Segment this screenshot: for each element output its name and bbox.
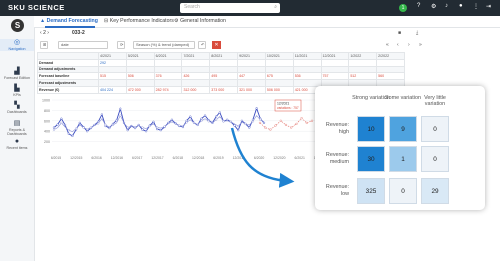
matrix-cell[interactable]: 10	[357, 116, 385, 142]
matrix-row-label: Revenue: low	[325, 184, 349, 197]
matrix-cell[interactable]: 0	[389, 178, 417, 204]
segmentation-matrix: Strong variation Some variation Very littl…	[315, 86, 485, 210]
matrix-cell[interactable]: 0	[421, 146, 449, 172]
matrix-cell[interactable]: 30	[357, 146, 385, 172]
matrix-cell[interactable]: 0	[421, 116, 449, 142]
matrix-cell[interactable]: 325	[357, 178, 385, 204]
matrix-row-label: Revenue: high	[325, 122, 349, 135]
matrix-row-label: Revenue: medium	[325, 152, 349, 165]
matrix-cell[interactable]: 29	[421, 178, 449, 204]
matrix-cell[interactable]: 9	[389, 116, 417, 142]
matrix-cell[interactable]: 1	[389, 146, 417, 172]
matrix-column-header: Very little variation	[424, 95, 446, 108]
